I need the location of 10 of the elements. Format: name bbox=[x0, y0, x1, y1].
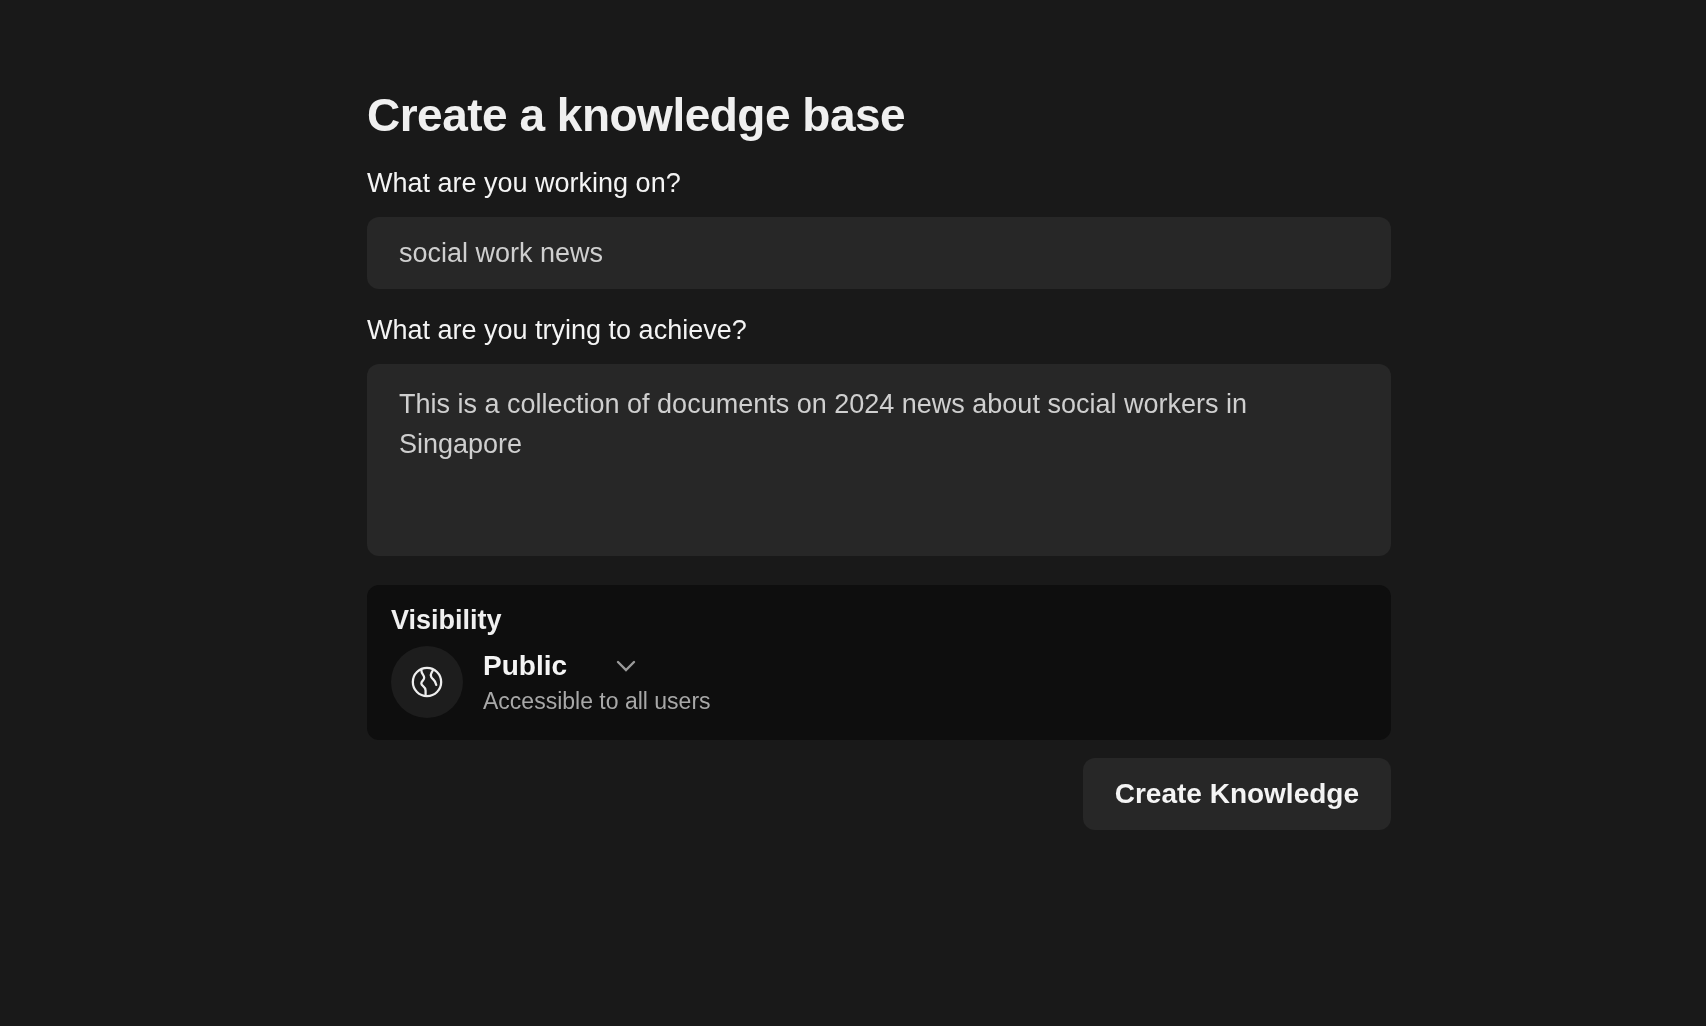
create-knowledge-button[interactable]: Create Knowledge bbox=[1082, 758, 1391, 830]
textarea-field[interactable]: This is a collection of documents on 2024 news about social workers in Singapore bbox=[367, 364, 1391, 556]
chevron-down-icon bbox=[615, 658, 637, 673]
visibility-description: Accessible to all users bbox=[483, 687, 711, 715]
text-input-field[interactable]: social work news bbox=[367, 217, 1391, 289]
field-label: What are you trying to achieve? bbox=[367, 315, 748, 346]
field-label: What are you working on? bbox=[367, 168, 682, 199]
visibility-dropdown[interactable]: Public bbox=[483, 649, 711, 682]
page-title: Create a knowledge base bbox=[367, 88, 907, 142]
visibility-heading: Visibility bbox=[391, 605, 503, 636]
